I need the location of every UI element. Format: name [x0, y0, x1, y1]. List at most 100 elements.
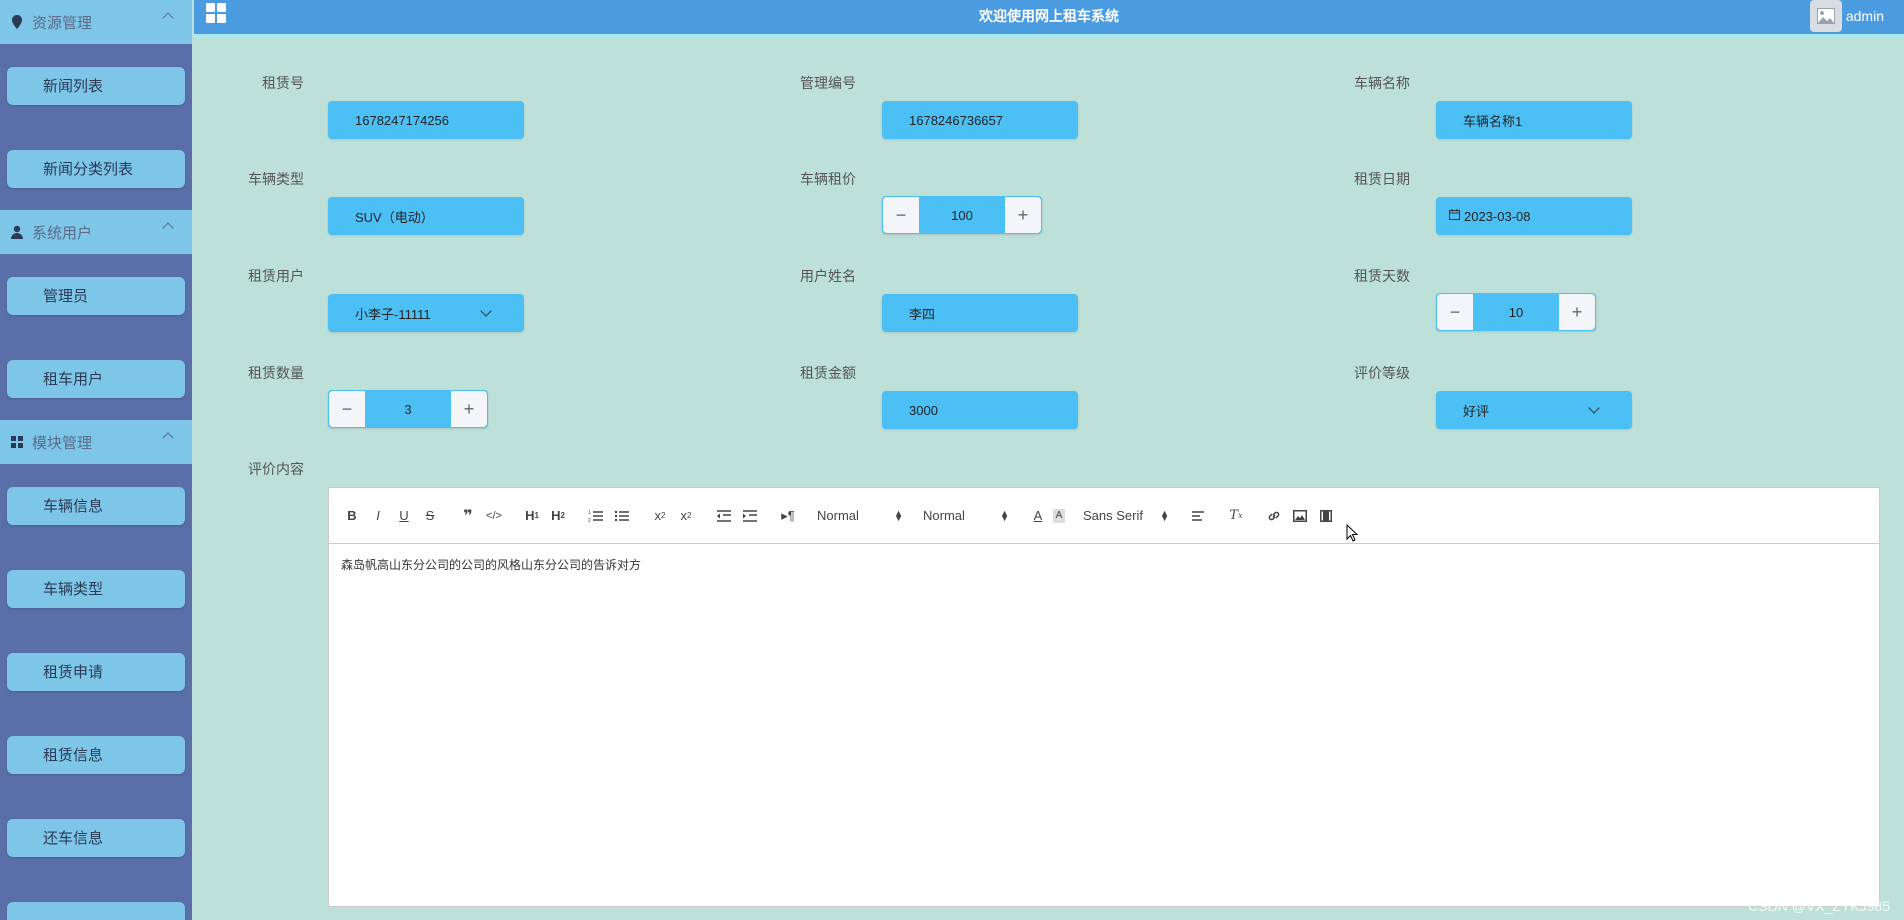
sidebar-item-return-info[interactable]: 还车信息 [7, 818, 185, 857]
header-select[interactable]: Normal ▲ ▼ [817, 504, 905, 528]
user-name-input[interactable]: 李四 [882, 294, 1078, 332]
rating-label: 评价等级 [1354, 365, 1410, 381]
editor-toolbar: B I U S ❞ </> H1 H2 12 x2 x2 ▸¶ Normal ▲ ▼ [329, 488, 1879, 544]
vehicle-type-input[interactable]: SUV（电动） [328, 197, 524, 235]
sidebar-item-admin[interactable]: 管理员 [7, 276, 185, 315]
heading1-icon[interactable]: H1 [521, 504, 543, 528]
mouse-cursor-icon [1346, 523, 1359, 542]
grid-icon [10, 435, 24, 449]
manage-no-label: 管理编号 [800, 75, 856, 91]
rental-user-select[interactable]: 小李子-11111 [328, 294, 524, 332]
vehicle-price-value[interactable]: 100 [919, 208, 1005, 223]
background-color-icon[interactable]: A [1053, 508, 1065, 523]
rating-value: 好评 [1463, 403, 1490, 419]
sidebar: 资源管理 新闻列表 新闻分类列表 系统用户 管理员 租车用户 模块管理 车辆信息… [0, 0, 192, 920]
decrement-button[interactable]: − [329, 391, 365, 427]
sidebar-item-rental-user[interactable]: 租车用户 [7, 359, 185, 398]
rental-no-input[interactable]: 1678247174256 [328, 101, 524, 139]
rental-date-picker[interactable]: 2023-03-08 [1436, 197, 1632, 235]
rental-amount-input[interactable]: 3000 [882, 391, 1078, 429]
updown-icon: ▲ ▼ [894, 507, 903, 523]
user-icon [10, 225, 24, 239]
vehicle-name-label: 车辆名称 [1354, 75, 1410, 91]
chevron-up-icon [162, 222, 174, 234]
text-direction-icon[interactable]: ▸¶ [777, 504, 799, 528]
chevron-up-icon [162, 12, 174, 24]
sidebar-item-rental-apply[interactable]: 租赁申请 [7, 652, 185, 691]
svg-text:2: 2 [588, 518, 591, 523]
underline-icon[interactable]: U [393, 504, 415, 528]
link-icon[interactable] [1263, 504, 1285, 528]
watermark: CSDN @VX_ZYKJ985 [1748, 898, 1890, 914]
updown-icon: ▲ ▼ [1160, 507, 1169, 523]
increment-button[interactable]: + [451, 391, 487, 427]
rental-qty-label: 租赁数量 [248, 365, 304, 381]
ordered-list-icon[interactable]: 12 [585, 504, 607, 528]
italic-icon[interactable]: I [367, 504, 389, 528]
superscript-icon[interactable]: x2 [675, 504, 697, 528]
sidebar-group-modules[interactable]: 模块管理 [0, 420, 192, 464]
sidebar-item-rental-info[interactable]: 租赁信息 [7, 735, 185, 774]
chevron-up-icon [162, 432, 174, 444]
video-icon[interactable] [1315, 504, 1337, 528]
sidebar-group-system-users[interactable]: 系统用户 [0, 210, 192, 254]
bold-icon[interactable]: B [341, 504, 363, 528]
calendar-icon [1449, 209, 1460, 223]
increment-button[interactable]: + [1005, 197, 1041, 233]
rental-days-stepper: − 10 + [1436, 293, 1596, 331]
bullet-list-icon[interactable] [611, 504, 633, 528]
blockquote-icon[interactable]: ❞ [457, 504, 479, 528]
manage-no-input[interactable]: 1678246736657 [882, 101, 1078, 139]
rental-qty-stepper: − 3 + [328, 390, 488, 428]
vehicle-price-label: 车辆租价 [800, 171, 856, 187]
svg-text:1: 1 [588, 510, 591, 516]
form-container: 租赁号 1678247174256 管理编号 1678246736657 车辆名… [200, 46, 1880, 920]
increment-button[interactable]: + [1559, 294, 1595, 330]
sidebar-item-vehicle-type[interactable]: 车辆类型 [7, 569, 185, 608]
clear-format-icon[interactable]: Tx [1225, 504, 1247, 528]
page-title: 欢迎使用网上租车系统 [979, 8, 1119, 24]
vehicle-name-input[interactable]: 车辆名称1 [1436, 101, 1632, 139]
decrement-button[interactable]: − [1437, 294, 1473, 330]
username[interactable]: admin [1846, 8, 1884, 24]
subscript-icon[interactable]: x2 [649, 504, 671, 528]
rental-qty-value[interactable]: 3 [365, 402, 451, 417]
rental-date-label: 租赁日期 [1354, 171, 1410, 187]
chevron-down-icon [480, 305, 492, 317]
sidebar-item-more[interactable] [7, 901, 185, 920]
strike-icon[interactable]: S [419, 504, 441, 528]
chevron-down-icon [1588, 402, 1600, 414]
vehicle-price-stepper: − 100 + [882, 196, 1042, 234]
sidebar-item-vehicle-info[interactable]: 车辆信息 [7, 486, 185, 525]
rental-no-label: 租赁号 [262, 75, 304, 91]
vehicle-type-label: 车辆类型 [248, 171, 304, 187]
avatar[interactable] [1810, 0, 1842, 32]
rental-days-value[interactable]: 10 [1473, 305, 1559, 320]
sidebar-group-label: 资源管理 [32, 14, 93, 32]
font-select-value: Sans Serif [1083, 508, 1143, 523]
rental-amount-label: 租赁金额 [800, 365, 856, 381]
sidebar-group-resource[interactable]: 资源管理 [0, 0, 192, 44]
editor-content[interactable]: 森岛帆高山东分公司的公司的风格山东分公司的告诉对方 [329, 544, 1879, 585]
user-name-label: 用户姓名 [800, 268, 856, 284]
header-select-value: Normal [817, 508, 859, 523]
rich-text-editor: B I U S ❞ </> H1 H2 12 x2 x2 ▸¶ Normal ▲ ▼ [328, 487, 1880, 907]
image-icon[interactable] [1289, 504, 1311, 528]
outdent-icon[interactable] [713, 504, 735, 528]
sidebar-item-news-list[interactable]: 新闻列表 [7, 66, 185, 105]
align-icon[interactable] [1187, 504, 1209, 528]
rental-days-label: 租赁天数 [1354, 268, 1410, 284]
rating-select[interactable]: 好评 [1436, 391, 1632, 429]
rental-date-value: 2023-03-08 [1464, 208, 1531, 224]
indent-icon[interactable] [739, 504, 761, 528]
size-select-value: Normal [923, 508, 965, 523]
size-select[interactable]: Normal ▲ ▼ [923, 504, 1011, 528]
font-select[interactable]: Sans Serif ▲ ▼ [1083, 504, 1171, 528]
decrement-button[interactable]: − [883, 197, 919, 233]
sidebar-group-label: 模块管理 [32, 434, 93, 452]
code-icon[interactable]: </> [483, 504, 505, 528]
pin-icon [10, 15, 24, 29]
text-color-icon[interactable]: A [1027, 504, 1049, 528]
heading2-icon[interactable]: H2 [547, 504, 569, 528]
sidebar-item-news-category-list[interactable]: 新闻分类列表 [7, 149, 185, 188]
